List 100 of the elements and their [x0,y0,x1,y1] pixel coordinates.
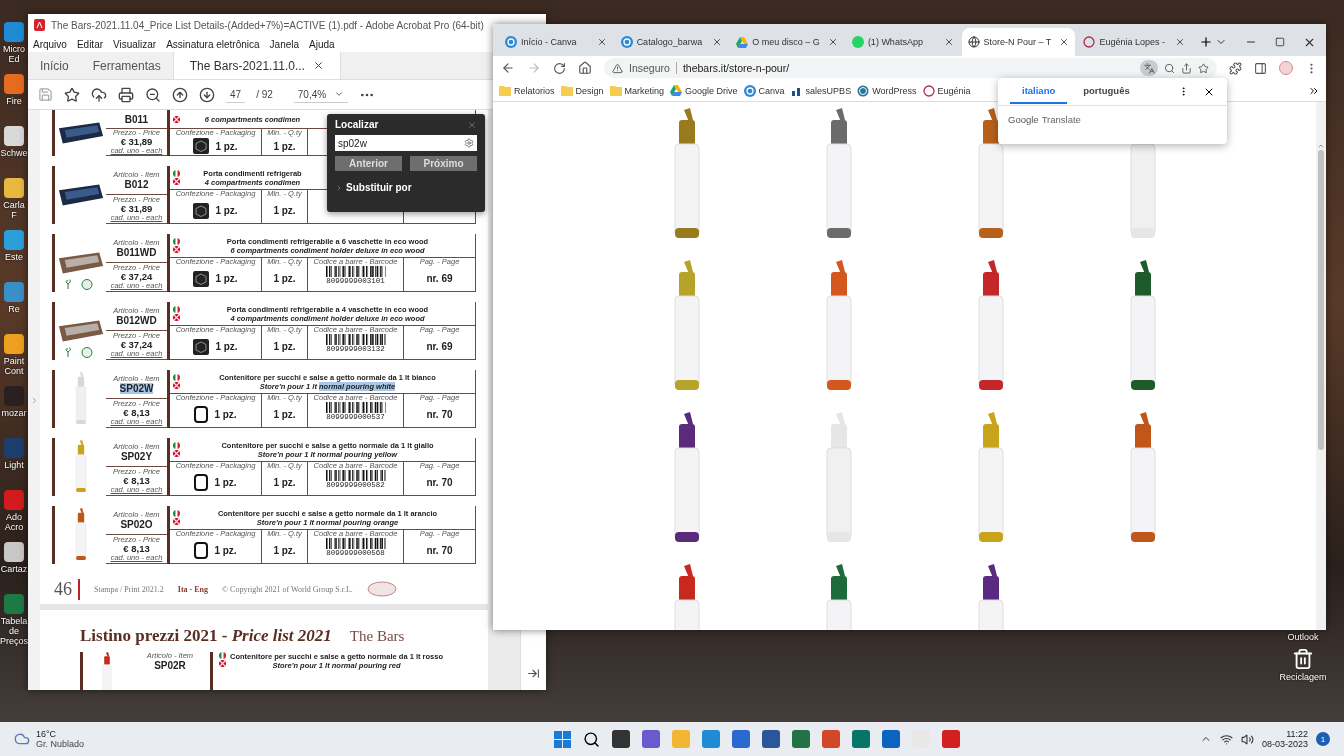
next-page-icon[interactable] [199,86,215,103]
scrollbar-thumb[interactable] [1318,150,1324,450]
menu-item[interactable]: Arquivo [33,38,67,50]
back-icon[interactable] [501,61,515,75]
bookmark[interactable]: salesUPBS [790,85,852,96]
browser-tab[interactable]: Catalogo_barwa [614,28,729,56]
taskbar-app-icon[interactable] [851,730,870,748]
shortcut-label[interactable]: Tabela de Preços [0,616,28,646]
app-shortcut-icon[interactable] [4,490,24,510]
app-shortcut-icon[interactable] [4,542,24,562]
bookmark[interactable]: Relatorios [499,85,555,96]
taskbar-app-icon[interactable] [761,730,780,748]
language-tab[interactable]: italiano [1010,79,1068,104]
temperature[interactable]: 16°C [36,729,85,739]
browser-tab[interactable]: Início - Canva [499,28,613,56]
clock-date[interactable]: 08-03-2023 [1261,739,1308,749]
notification-badge[interactable]: 1 [1316,732,1330,746]
new-tab-icon[interactable] [1199,35,1213,49]
settings-icon[interactable] [464,138,474,148]
close-icon[interactable] [312,60,324,71]
search-icon[interactable] [582,730,600,748]
app-shortcut-icon[interactable] [4,22,24,42]
shortcut-label[interactable]: Fire [0,96,28,106]
app-shortcut-icon[interactable] [4,74,24,94]
caret-icon[interactable] [335,183,343,192]
bookmark-star-icon[interactable] [1198,62,1209,74]
maximize-icon[interactable] [1275,37,1285,47]
menu-item[interactable]: Visualizar [113,38,157,50]
shortcut-label[interactable]: Micro Ed [0,44,28,64]
shortcut-label[interactable]: Schwe [0,148,28,158]
app-shortcut-icon[interactable] [4,126,24,146]
star-icon[interactable] [64,86,80,103]
wifi-icon[interactable] [1219,732,1233,746]
close-icon[interactable] [1175,37,1185,47]
extensions-icon[interactable] [1229,61,1242,75]
close-icon[interactable] [827,37,838,47]
bookmark[interactable]: Design [560,85,604,96]
replace-toggle[interactable]: Substituir por [335,176,477,193]
recycle-bin-icon[interactable] [1292,648,1314,670]
menu-item[interactable]: Editar [76,38,104,50]
cloud-icon[interactable] [14,731,30,747]
zoom-icon[interactable] [1164,62,1175,74]
shortcut-label[interactable]: Re [0,304,28,314]
language-tab[interactable]: português [1071,79,1142,104]
page-number-field[interactable]: 47 [226,86,246,103]
caret-icon[interactable] [334,89,345,99]
shortcut-label[interactable]: Cartaz [0,564,28,574]
volume-icon[interactable] [1240,732,1254,746]
bookmark[interactable]: Marketing [609,85,665,96]
reload-icon[interactable] [553,61,566,75]
zoom-dropdown[interactable]: 70,4% [293,86,349,103]
menu-item[interactable]: Assinatura eletrônica [166,38,260,50]
menu-item[interactable]: Janela [269,38,300,50]
clock-time[interactable]: 11:22 [1286,729,1308,739]
shortcut-label[interactable]: mozar [0,408,28,418]
side-panel-icon[interactable] [1254,61,1267,75]
taskbar-app-icon[interactable] [611,730,630,748]
shortcut-label[interactable]: Carla F [0,200,28,220]
app-shortcut-icon[interactable] [4,230,24,250]
home-icon[interactable] [578,61,592,75]
bookmark[interactable]: WordPress [857,84,917,97]
address-bar[interactable]: Inseguro thebars.it/store-n-pour/ [604,58,1217,78]
print-icon[interactable] [118,86,134,103]
scrollbar[interactable] [1316,102,1326,630]
tab[interactable]: The Bars-2021.11.0... [172,52,341,79]
close-icon[interactable] [943,37,954,47]
taskbar-app-icon[interactable] [881,730,900,748]
share-icon[interactable] [1181,62,1192,74]
upload-icon[interactable] [91,86,107,103]
browser-tab[interactable]: Store-N Pour – T [961,28,1076,56]
tab[interactable]: Ferramentas [80,52,173,79]
tab[interactable]: Início [28,52,81,79]
zoom-out-icon[interactable] [145,86,161,103]
weather-status[interactable]: Gr. Nublado [36,739,85,749]
bookmark[interactable]: Canva [743,84,785,97]
shortcut-label[interactable]: Light [0,460,28,470]
bookmark[interactable]: Eugénia [922,84,971,97]
start-icon[interactable] [553,730,571,748]
bookmark[interactable]: Google Drive [670,85,738,96]
shortcut-label[interactable]: Ado Acro [0,512,28,532]
shortcut-label[interactable]: Este [0,252,28,262]
taskbar-app-icon[interactable] [791,730,810,748]
browser-tab[interactable]: O meu disco – G [730,28,844,56]
close-icon[interactable] [712,37,723,47]
close-icon[interactable] [596,37,607,47]
search-field[interactable]: sp02w [335,135,477,151]
shortcut-label[interactable]: Reciclagem [1270,672,1336,682]
menu-item[interactable]: Ajuda [309,38,335,50]
find-button[interactable]: Anterior [335,156,402,171]
taskbar-app-icon[interactable] [941,730,960,748]
browser-tab[interactable]: Eugénia Lopes - [1077,28,1191,56]
translate-button[interactable] [1140,60,1158,76]
app-shortcut-icon[interactable] [4,178,24,198]
shortcut-label[interactable]: Paint Cont [0,356,28,376]
shortcut-label[interactable]: Outlook [1270,632,1336,642]
app-shortcut-icon[interactable] [4,334,24,354]
expand-panel-icon[interactable] [527,667,540,680]
browser-tab[interactable]: (1) WhatsApp [845,28,960,56]
previous-page-icon[interactable] [172,86,188,103]
scroll-up-icon[interactable] [1317,142,1325,150]
